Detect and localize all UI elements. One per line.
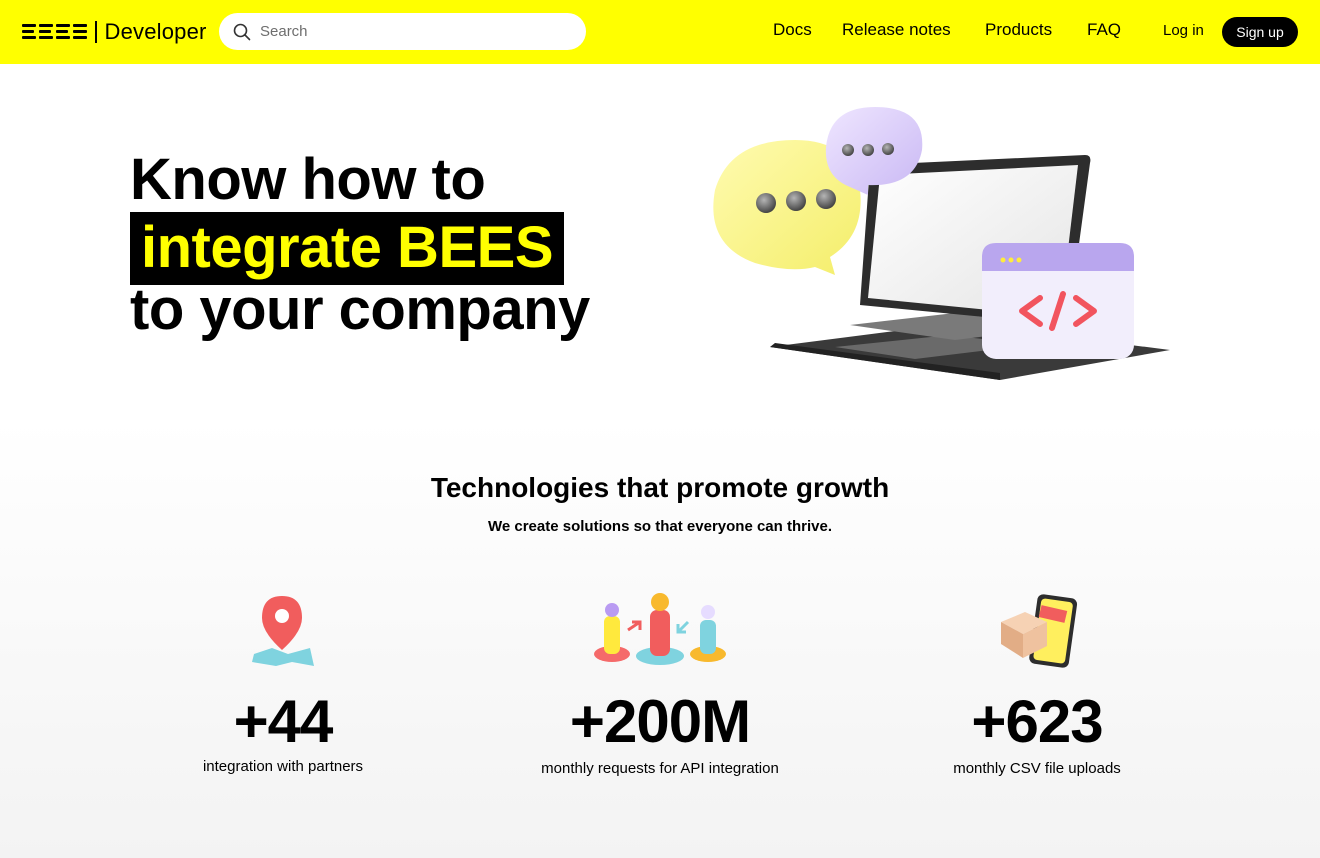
nav-faq[interactable]: FAQ [1087, 20, 1121, 40]
stat-csv-uploads: +623 monthly CSV file uploads [907, 688, 1167, 778]
nav-docs[interactable]: Docs [773, 20, 812, 40]
growth-subtitle: We create solutions so that everyone can… [487, 518, 832, 535]
stat-value: +44 [233, 688, 334, 755]
hero-heading: Know how to integrate BEES to your compa… [130, 148, 590, 342]
search-box[interactable] [219, 13, 586, 50]
hero-highlight: integrate BEES [130, 212, 564, 285]
top-header: Developer Docs Release notes Products FA… [0, 0, 1320, 64]
stat-api-requests: +200M monthly requests for API integrati… [500, 688, 820, 778]
people-exchange-icon [592, 592, 728, 673]
laptop-chat-code-icon [700, 95, 1190, 395]
growth-title: Technologies that promote growth [430, 472, 890, 503]
stat-value: +200M [569, 688, 751, 755]
stat-label: integration with partners [202, 758, 364, 775]
logo[interactable]: Developer [22, 18, 207, 46]
hero-line-1: Know how to [130, 147, 486, 212]
hero-line-3: to your company [130, 277, 590, 342]
logo-text: Developer [104, 19, 207, 44]
search-icon [233, 23, 251, 41]
stat-partners: +44 integration with partners [153, 688, 413, 776]
login-link[interactable]: Log in [1163, 22, 1204, 39]
map-pin-icon [248, 592, 318, 673]
search-input[interactable] [260, 23, 560, 40]
stat-label: monthly requests for API integration [541, 760, 779, 777]
phone-package-icon [995, 592, 1079, 675]
logo-divider [95, 21, 97, 43]
signup-button[interactable]: Sign up [1222, 17, 1298, 47]
nav-products[interactable]: Products [985, 20, 1052, 40]
bees-logo-icon [22, 24, 87, 40]
nav-release-notes[interactable]: Release notes [842, 20, 951, 40]
stat-value: +623 [971, 688, 1103, 755]
stat-label: monthly CSV file uploads [953, 760, 1121, 777]
